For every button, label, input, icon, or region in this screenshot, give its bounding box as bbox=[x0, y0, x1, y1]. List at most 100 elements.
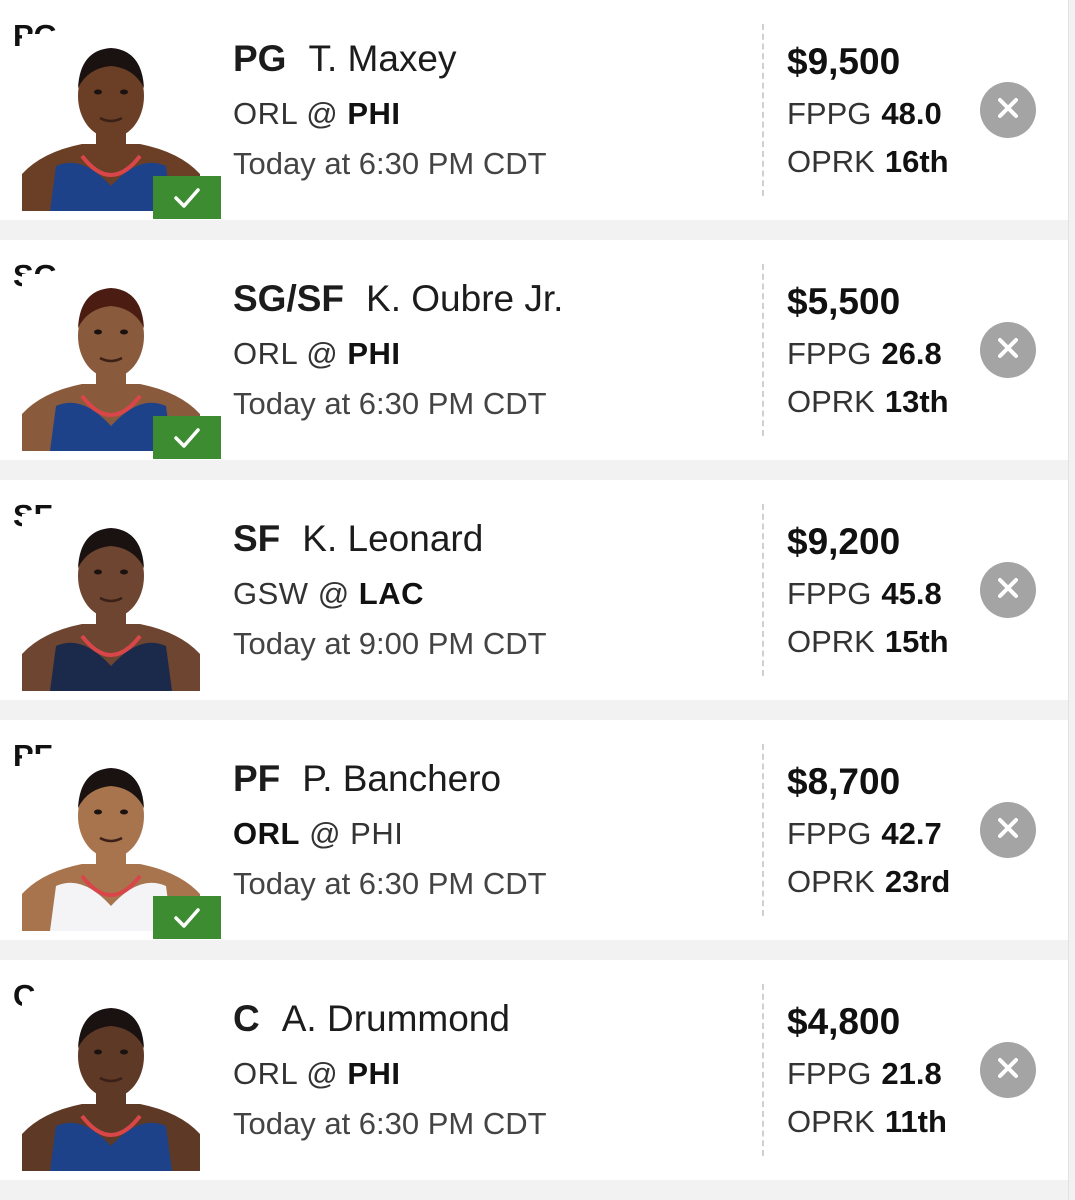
headshot-eye-left bbox=[94, 89, 102, 95]
lineup-row-pf[interactable]: PFPF P. Banchero ORL @ PHI Today at 6:30 PM… bbox=[0, 720, 1068, 940]
fppg-label: FPPG bbox=[787, 96, 872, 131]
game-time: Today at 6:30 PM CDT bbox=[233, 386, 547, 421]
matchup-at: @ bbox=[306, 336, 339, 371]
player-position: C bbox=[233, 998, 260, 1039]
player-name[interactable]: K. Oubre Jr. bbox=[366, 278, 563, 319]
fppg-label: FPPG bbox=[787, 576, 872, 611]
matchup-home-team: PHI bbox=[347, 1056, 401, 1091]
player-salary: $5,500 bbox=[787, 281, 901, 322]
matchup-at: @ bbox=[309, 816, 342, 851]
fppg-value: 42.7 bbox=[881, 816, 942, 851]
player-photo[interactable] bbox=[22, 994, 200, 1171]
close-icon bbox=[997, 337, 1019, 364]
oprk-value: 11th bbox=[884, 1104, 947, 1139]
column-divider bbox=[762, 264, 764, 436]
player-name[interactable]: P. Banchero bbox=[302, 758, 501, 799]
fppg-stat: FPPG 45.8 bbox=[787, 576, 942, 612]
oprk-value: 15th bbox=[884, 624, 949, 659]
player-name[interactable]: A. Drummond bbox=[282, 998, 510, 1039]
fppg-stat: FPPG 42.7 bbox=[787, 816, 942, 852]
oprk-stat: OPRK 15th bbox=[787, 624, 949, 660]
fppg-label: FPPG bbox=[787, 336, 872, 371]
player-name[interactable]: T. Maxey bbox=[308, 38, 456, 79]
headshot-eye-left bbox=[94, 809, 102, 815]
matchup-away-team: ORL bbox=[233, 96, 298, 131]
lineup-row-sg[interactable]: SGSG/SFK. Oubre Jr.ORL @ PHIToday at 6:3… bbox=[0, 240, 1068, 460]
fppg-label: FPPG bbox=[787, 816, 872, 851]
lineup-row-c[interactable]: CC A. Drummond ORL @ PHI Today at 6:30 PM C… bbox=[0, 960, 1068, 1180]
player-position: SG/SF bbox=[233, 278, 345, 319]
lineup-row-pg[interactable]: PGPG T. Maxey ORL @ PHI Today at 6:30 PM CD… bbox=[0, 0, 1068, 220]
remove-player-button[interactable] bbox=[980, 82, 1036, 138]
close-icon bbox=[997, 97, 1019, 124]
remove-player-button[interactable] bbox=[980, 1042, 1036, 1098]
player-title[interactable]: SG/SF K. Oubre Jr. bbox=[233, 278, 563, 320]
oprk-label: OPRK bbox=[787, 144, 875, 179]
headshot-eye-right bbox=[120, 1049, 128, 1055]
column-divider bbox=[762, 744, 764, 916]
remove-player-button[interactable] bbox=[980, 322, 1036, 378]
column-divider bbox=[762, 24, 764, 196]
matchup-away-team: ORL bbox=[233, 336, 298, 371]
player-headshot bbox=[22, 1008, 200, 1171]
fppg-value: 48.0 bbox=[881, 96, 942, 131]
oprk-stat: OPRK 13th bbox=[787, 384, 949, 420]
player-title[interactable]: PG T. Maxey bbox=[233, 38, 457, 80]
headshot-eye-left bbox=[94, 1049, 102, 1055]
headshot-eye-right bbox=[120, 89, 128, 95]
matchup-home-team: PHI bbox=[347, 336, 401, 371]
matchup-home-team: PHI bbox=[347, 96, 401, 131]
headshot-eye-right bbox=[120, 569, 128, 575]
player-name[interactable]: K. Leonard bbox=[302, 518, 483, 559]
matchup-home-team: PHI bbox=[350, 816, 404, 851]
player-salary: $8,700 bbox=[787, 761, 901, 802]
game-time: Today at 9:00 PM CDT bbox=[233, 626, 547, 661]
player-salary: $9,200 bbox=[787, 521, 901, 562]
headshot-eye-right bbox=[120, 809, 128, 815]
oprk-stat: OPRK 23rd bbox=[787, 864, 950, 900]
matchup-home-team: LAC bbox=[358, 576, 425, 611]
player-position: PF bbox=[233, 758, 281, 799]
scrollbar-track bbox=[1068, 0, 1075, 1200]
close-icon bbox=[997, 817, 1019, 844]
matchup: ORL @ PHI bbox=[233, 816, 403, 852]
remove-player-button[interactable] bbox=[980, 802, 1036, 858]
close-icon bbox=[997, 577, 1019, 604]
check-icon bbox=[153, 896, 221, 939]
matchup-at: @ bbox=[317, 576, 350, 611]
fppg-stat: FPPG 48.0 bbox=[787, 96, 942, 132]
oprk-value: 13th bbox=[884, 384, 949, 419]
headshot-eye-left bbox=[94, 569, 102, 575]
column-divider bbox=[762, 984, 764, 1156]
player-photo[interactable] bbox=[22, 514, 200, 691]
player-position: SF bbox=[233, 518, 281, 559]
player-salary: $9,500 bbox=[787, 41, 901, 82]
oprk-label: OPRK bbox=[787, 384, 875, 419]
matchup: ORL @ PHI bbox=[233, 336, 401, 372]
matchup: ORL @ PHI bbox=[233, 96, 401, 132]
matchup-away-team: ORL bbox=[233, 1056, 298, 1091]
matchup-away-team: ORL bbox=[233, 816, 300, 851]
player-title[interactable]: C A. Drummond bbox=[233, 998, 510, 1040]
oprk-stat: OPRK 16th bbox=[787, 144, 949, 180]
fppg-label: FPPG bbox=[787, 1056, 872, 1091]
oprk-stat: OPRK 11th bbox=[787, 1104, 947, 1140]
game-time: Today at 6:30 PM CDT bbox=[233, 146, 547, 181]
oprk-value: 23rd bbox=[884, 864, 951, 899]
game-time: Today at 6:30 PM CDT bbox=[233, 866, 547, 901]
remove-player-button[interactable] bbox=[980, 562, 1036, 618]
player-position: PG bbox=[233, 38, 287, 79]
oprk-value: 16th bbox=[884, 144, 949, 179]
fppg-stat: FPPG 21.8 bbox=[787, 1056, 942, 1092]
fppg-value: 21.8 bbox=[881, 1056, 942, 1091]
lineup-row-sf[interactable]: SFSF K. Leonard GSW @ LAC Today at 9:00 PM … bbox=[0, 480, 1068, 700]
headshot-eye-right bbox=[120, 329, 128, 335]
fppg-value: 45.8 bbox=[881, 576, 942, 611]
player-salary: $4,800 bbox=[787, 1001, 901, 1042]
matchup-at: @ bbox=[306, 1056, 339, 1091]
player-title[interactable]: PF P. Banchero bbox=[233, 758, 501, 800]
player-title[interactable]: SF K. Leonard bbox=[233, 518, 483, 560]
fppg-value: 26.8 bbox=[881, 336, 942, 371]
matchup-away-team: GSW bbox=[233, 576, 309, 611]
matchup: ORL @ PHI bbox=[233, 1056, 401, 1092]
